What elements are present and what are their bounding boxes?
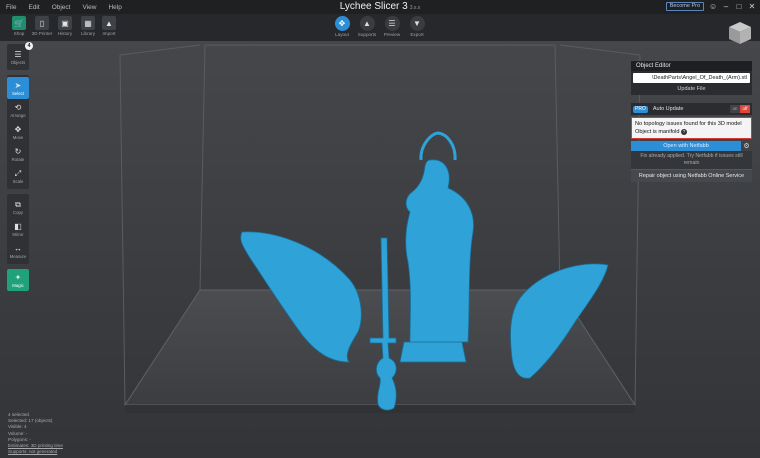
auto-update-row: PRO Auto Update on off <box>631 103 752 115</box>
preview-icon: ☰ <box>384 16 400 31</box>
supports-icon: ▲ <box>359 16 375 31</box>
scene-stats: 4 selected Selected: 17 (objects) Visibl… <box>8 412 63 455</box>
manifold-status: Object is manifold <box>635 129 680 135</box>
cart-icon: 🛒 <box>12 16 26 30</box>
user-icon[interactable]: ☺ <box>709 2 717 11</box>
copy-tool[interactable]: ⧉ Copy <box>7 196 29 218</box>
mode-layout-label: Layout <box>335 32 349 37</box>
scale-label: Scale <box>12 178 24 184</box>
printer-label: 3D Printer <box>31 31 53 36</box>
repair-netfabb-button[interactable]: Repair object using Netfabb Online Servi… <box>631 169 752 182</box>
history-icon: ▣ <box>58 16 72 30</box>
shop-label: Shop <box>13 31 25 36</box>
scale-icon: ⤢ <box>14 168 22 178</box>
history-label: History <box>57 31 73 36</box>
toggle-off[interactable]: off <box>740 105 750 113</box>
arrange-icon: ⟲ <box>14 102 22 112</box>
filename-field[interactable]: \DeathParts\Angel_Of_Death_(Arm).stl <box>633 73 750 83</box>
mirror-label: Mirror <box>12 231 24 237</box>
mode-preview-label: Preview <box>383 32 401 37</box>
menu-file[interactable]: File <box>6 4 16 11</box>
rotate-label: Rotate <box>11 156 25 162</box>
arrange-label: Arrange <box>10 112 26 118</box>
printer-icon: ▯ <box>35 16 49 30</box>
objects-button[interactable]: ☰ Objects <box>7 46 29 68</box>
shop-button[interactable]: 🛒 Shop <box>8 16 30 40</box>
mode-supports[interactable]: ▲ Supports <box>356 16 378 40</box>
import-label: Import <box>102 31 116 36</box>
move-label: Move <box>12 134 24 140</box>
app-title-text: Lychee Slicer 3 <box>339 1 408 12</box>
top-toolbar: 🛒 Shop ▯ 3D Printer ▣ History ▦ Library … <box>0 14 760 41</box>
auto-update-toggle[interactable]: on off <box>730 105 750 113</box>
copy-label: Copy <box>12 209 24 215</box>
cursor-icon: ➤ <box>14 80 22 90</box>
supports-link[interactable]: Supports: not generated <box>8 449 63 455</box>
select-tool[interactable]: ➤ Select <box>7 77 29 99</box>
pro-tag: PRO <box>633 105 648 113</box>
import-icon: ▲ <box>102 16 116 30</box>
open-netfabb-button[interactable]: Open with Netfabb <box>631 141 741 151</box>
app-version: 3.x.x <box>409 5 421 11</box>
gear-icon[interactable]: ⚙ <box>741 142 752 150</box>
mode-layout[interactable]: ✥ Layout <box>331 16 353 40</box>
scale-tool[interactable]: ⤢ Scale <box>7 165 29 187</box>
copy-icon: ⧉ <box>15 199 21 209</box>
topology-status: No topology issues found for this 3D mod… <box>631 117 752 139</box>
objects-label: Objects <box>10 59 26 65</box>
objects-count-badge: 4 <box>25 42 33 50</box>
topology-message: No topology issues found for this 3D mod… <box>635 121 742 127</box>
printer-button[interactable]: ▯ 3D Printer <box>31 16 53 40</box>
history-button[interactable]: ▣ History <box>54 16 76 40</box>
mode-preview[interactable]: ☰ Preview <box>381 16 403 40</box>
move-icon: ✥ <box>14 124 22 134</box>
library-button[interactable]: ▦ Library <box>77 16 99 40</box>
mode-export[interactable]: ▼ Export <box>406 16 428 40</box>
list-icon: ☰ <box>14 49 22 59</box>
model-statue-base[interactable] <box>399 341 467 363</box>
title-bar: File Edit Object View Help Lychee Slicer… <box>0 0 760 14</box>
export-icon: ▼ <box>409 16 425 31</box>
left-toolbar: ☰ Objects 4 ➤ Select ⟲ Arrange ✥ Move ↻ … <box>7 42 33 296</box>
mirror-tool[interactable]: ◧ Mirror <box>7 218 29 240</box>
library-label: Library <box>80 31 96 36</box>
mode-supports-label: Supports <box>357 32 377 37</box>
mode-export-label: Export <box>410 32 424 37</box>
import-button[interactable]: ▲ Import <box>98 16 120 40</box>
select-label: Select <box>12 90 24 96</box>
object-editor-panel: Object Editor \DeathParts\Angel_Of_Death… <box>631 61 752 182</box>
close-icon[interactable]: ✕ <box>748 2 756 11</box>
menu-bar: File Edit Object View Help <box>0 4 122 11</box>
measure-label: Measure <box>9 253 27 259</box>
minimize-icon[interactable]: – <box>722 2 730 11</box>
menu-edit[interactable]: Edit <box>28 4 39 11</box>
measure-tool[interactable]: ↔ Measure <box>7 240 29 262</box>
fix-note: Fix already applied. Try Netfabb if issu… <box>631 151 752 169</box>
info-icon[interactable]: ? <box>681 128 688 135</box>
rotate-tool[interactable]: ↻ Rotate <box>7 143 29 165</box>
become-pro-button[interactable]: Become Pro <box>665 2 704 11</box>
arrange-tool[interactable]: ⟲ Arrange <box>7 99 29 121</box>
rotate-icon: ↻ <box>14 146 22 156</box>
menu-object[interactable]: Object <box>52 4 71 11</box>
menu-help[interactable]: Help <box>108 4 121 11</box>
magic-label: Magic <box>12 282 24 288</box>
magic-wand-icon: ✦ <box>14 272 22 282</box>
object-editor-title: Object Editor <box>631 61 752 71</box>
move-tool[interactable]: ✥ Move <box>7 121 29 143</box>
menu-view[interactable]: View <box>82 4 96 11</box>
toggle-on[interactable]: on <box>730 105 740 113</box>
view-cube[interactable] <box>727 20 753 46</box>
measure-icon: ↔ <box>14 243 22 253</box>
layout-icon: ✥ <box>334 16 350 31</box>
update-file-button[interactable]: Update File <box>633 86 750 92</box>
maximize-icon[interactable]: □ <box>735 2 743 11</box>
auto-update-label: Auto Update <box>652 106 684 112</box>
library-icon: ▦ <box>81 16 95 30</box>
magic-tool[interactable]: ✦ Magic <box>7 269 29 291</box>
mirror-icon: ◧ <box>14 221 22 231</box>
